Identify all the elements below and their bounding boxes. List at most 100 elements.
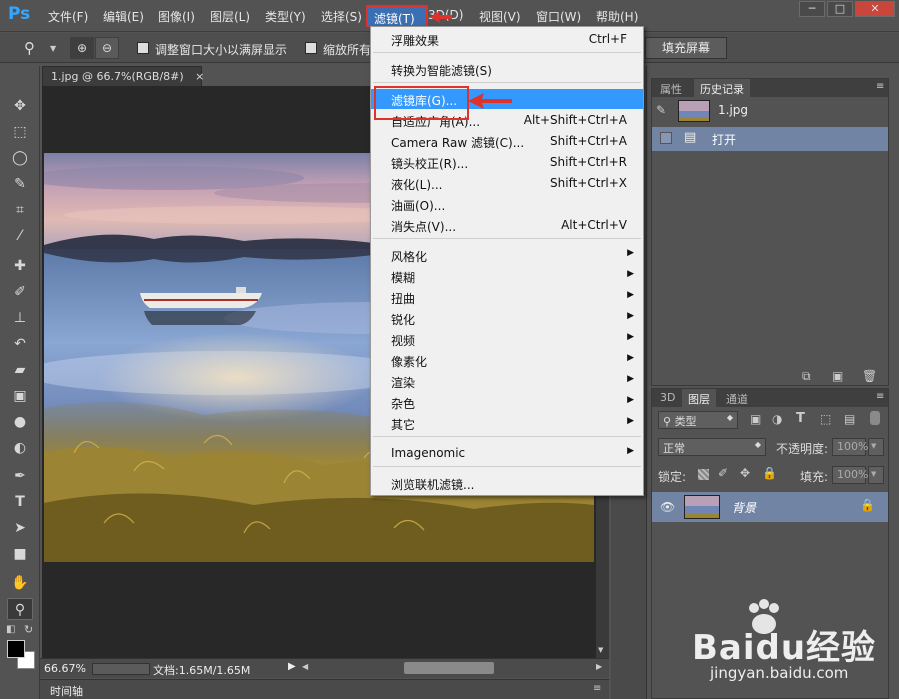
zoom-tool-icon[interactable]: ⚲ [24, 39, 35, 57]
eye-icon[interactable]: 👁 [660, 500, 675, 514]
path-select-tool-icon[interactable]: ➤ [7, 517, 33, 539]
opacity-dropdown[interactable]: ▼ [868, 438, 884, 456]
menu-filter[interactable]: 滤镜(T) [366, 5, 428, 27]
trash-icon[interactable]: 🗑 [862, 369, 877, 383]
tab-history[interactable]: 历史记录 [694, 79, 750, 97]
zoom-all-checkbox[interactable] [305, 42, 317, 54]
menu-item-stylize[interactable]: 风格化 ▶ [371, 245, 643, 265]
horizontal-scroll-thumb[interactable] [404, 662, 494, 674]
gradient-tool-icon[interactable]: ▣ [7, 385, 33, 407]
camera-icon[interactable]: ▣ [832, 369, 843, 383]
blend-mode-select[interactable]: 正常 ◆ [658, 438, 766, 456]
menu-item-pixelate[interactable]: 像素化 ▶ [371, 350, 643, 370]
history-brush-source-icon[interactable]: ✎ [656, 103, 666, 117]
menu-item-render[interactable]: 渲染 ▶ [371, 371, 643, 391]
clone-stamp-tool-icon[interactable]: ⊥ [7, 307, 33, 329]
tab-close-icon[interactable]: × [195, 70, 204, 83]
tab-3d[interactable]: 3D [654, 389, 682, 407]
close-button[interactable]: ✕ [855, 1, 895, 17]
tab-properties[interactable]: 属性 [654, 79, 688, 97]
move-tool-icon[interactable]: ✥ [7, 95, 33, 117]
crop-tool-icon[interactable]: ⌗ [7, 199, 33, 221]
resize-window-checkbox[interactable] [137, 42, 149, 54]
menu-edit[interactable]: 编辑(E) [103, 8, 144, 25]
lock-transparent-icon[interactable] [698, 469, 709, 480]
menu-item-camera-raw[interactable]: Camera Raw 滤镜(C)... Shift+Ctrl+A [371, 131, 643, 151]
minimize-button[interactable]: ─ [799, 1, 825, 17]
zoom-level[interactable]: 66.67% [44, 662, 86, 675]
layer-name[interactable]: 背景 [732, 499, 756, 516]
eyedropper-tool-icon[interactable]: ⁄ [7, 225, 33, 247]
menu-help[interactable]: 帮助(H) [596, 8, 638, 25]
menu-file[interactable]: 文件(F) [48, 8, 88, 25]
layer-filter-select[interactable]: ⚲ 类型 ◆ [658, 411, 738, 429]
scroll-left-icon[interactable]: ◀ [302, 662, 308, 671]
marquee-tool-icon[interactable]: ⬚ [7, 121, 33, 143]
filter-adjustment-icon[interactable]: ◑ [772, 412, 782, 426]
menu-item-lens-correction[interactable]: 镜头校正(R)... Shift+Ctrl+R [371, 152, 643, 172]
lock-pixels-icon[interactable]: ✐ [718, 466, 728, 480]
menu-item-imagenomic[interactable]: Imagenomic ▶ [371, 443, 643, 463]
dodge-tool-icon[interactable]: ◐ [7, 437, 33, 459]
type-tool-icon[interactable]: T [7, 491, 33, 513]
zoom-out-button[interactable]: ⊖ [95, 37, 119, 59]
default-colors-icon[interactable]: ◧ [6, 624, 15, 635]
snapshot-name[interactable]: 1.jpg [718, 103, 748, 117]
lasso-tool-icon[interactable]: ◯ [7, 147, 33, 169]
scroll-down-icon[interactable]: ▼ [598, 646, 603, 654]
menu-window[interactable]: 窗口(W) [536, 8, 581, 25]
restore-button[interactable]: □ [827, 1, 853, 17]
menu-item-oil-paint[interactable]: 油画(O)... [371, 194, 643, 214]
opacity-input[interactable]: 100% [832, 438, 868, 456]
panel-menu-icon[interactable]: ≡ [876, 81, 884, 92]
history-state-checkbox[interactable] [660, 132, 672, 144]
menu-view[interactable]: 视图(V) [479, 8, 521, 25]
menu-item-sharpen[interactable]: 锐化 ▶ [371, 308, 643, 328]
menu-image[interactable]: 图像(I) [158, 8, 195, 25]
zoom-tool-icon-active[interactable]: ⚲ [7, 598, 33, 620]
tab-layers[interactable]: 图层 [682, 389, 716, 407]
filter-type-icon[interactable]: T [796, 411, 805, 426]
foreground-color-swatch[interactable] [7, 640, 25, 658]
shape-tool-icon[interactable]: ■ [7, 543, 33, 565]
menu-item-convert-smart-filter[interactable]: 转换为智能滤镜(S) [371, 59, 643, 79]
blur-tool-icon[interactable]: ● [7, 411, 33, 433]
panel-menu-icon[interactable]: ≡ [876, 391, 884, 402]
menu-item-video[interactable]: 视频 ▶ [371, 329, 643, 349]
menu-type[interactable]: 类型(Y) [265, 8, 306, 25]
filter-shape-icon[interactable]: ⬚ [820, 412, 831, 426]
menu-item-distort[interactable]: 扭曲 ▶ [371, 287, 643, 307]
eraser-tool-icon[interactable]: ▰ [7, 359, 33, 381]
menu-item-vanishing-point[interactable]: 消失点(V)... Alt+Ctrl+V [371, 215, 643, 235]
tab-channels[interactable]: 通道 [720, 389, 754, 407]
menu-select[interactable]: 选择(S) [321, 8, 362, 25]
pen-tool-icon[interactable]: ✒ [7, 465, 33, 487]
menu-item-emboss[interactable]: 浮雕效果 Ctrl+F [371, 29, 643, 49]
menu-layer[interactable]: 图层(L) [210, 8, 250, 25]
menu-item-other[interactable]: 其它 ▶ [371, 413, 643, 433]
menu-item-browse-online-filters[interactable]: 浏览联机滤镜... [371, 473, 643, 493]
brush-tool-icon[interactable]: ✐ [7, 281, 33, 303]
swap-colors-icon[interactable]: ↻ [24, 623, 33, 636]
fill-screen-button[interactable]: 填充屏幕 [645, 37, 727, 59]
layer-row-background[interactable]: 👁 背景 🔒 [652, 492, 888, 522]
quick-select-tool-icon[interactable]: ✎ [7, 173, 33, 195]
status-menu-icon[interactable]: ▶ [288, 661, 296, 672]
filter-smart-object-icon[interactable]: ▤ [844, 412, 855, 426]
new-document-from-state-icon[interactable]: ⧉ [802, 369, 811, 384]
filter-toggle[interactable] [870, 411, 880, 425]
lock-position-icon[interactable]: ✥ [740, 466, 750, 480]
document-tab[interactable]: 1.jpg @ 66.7%(RGB/8#) × [42, 66, 204, 86]
zoom-in-button[interactable]: ⊕ [70, 37, 94, 59]
healing-brush-tool-icon[interactable]: ✚ [7, 255, 33, 277]
lock-all-icon[interactable]: 🔒 [762, 466, 777, 480]
history-brush-tool-icon[interactable]: ↶ [7, 333, 33, 355]
menu-item-blur[interactable]: 模糊 ▶ [371, 266, 643, 286]
hand-tool-icon[interactable]: ✋ [7, 572, 33, 594]
timeline-bar[interactable]: 时间轴 ≡ [40, 679, 609, 699]
fill-dropdown[interactable]: ▼ [868, 466, 884, 484]
chevron-down-icon[interactable]: ▼ [50, 44, 56, 53]
menu-item-liquify[interactable]: 液化(L)... Shift+Ctrl+X [371, 173, 643, 193]
scroll-right-icon[interactable]: ▶ [596, 662, 602, 671]
history-state-row[interactable]: ▤ 打开 [652, 127, 888, 151]
